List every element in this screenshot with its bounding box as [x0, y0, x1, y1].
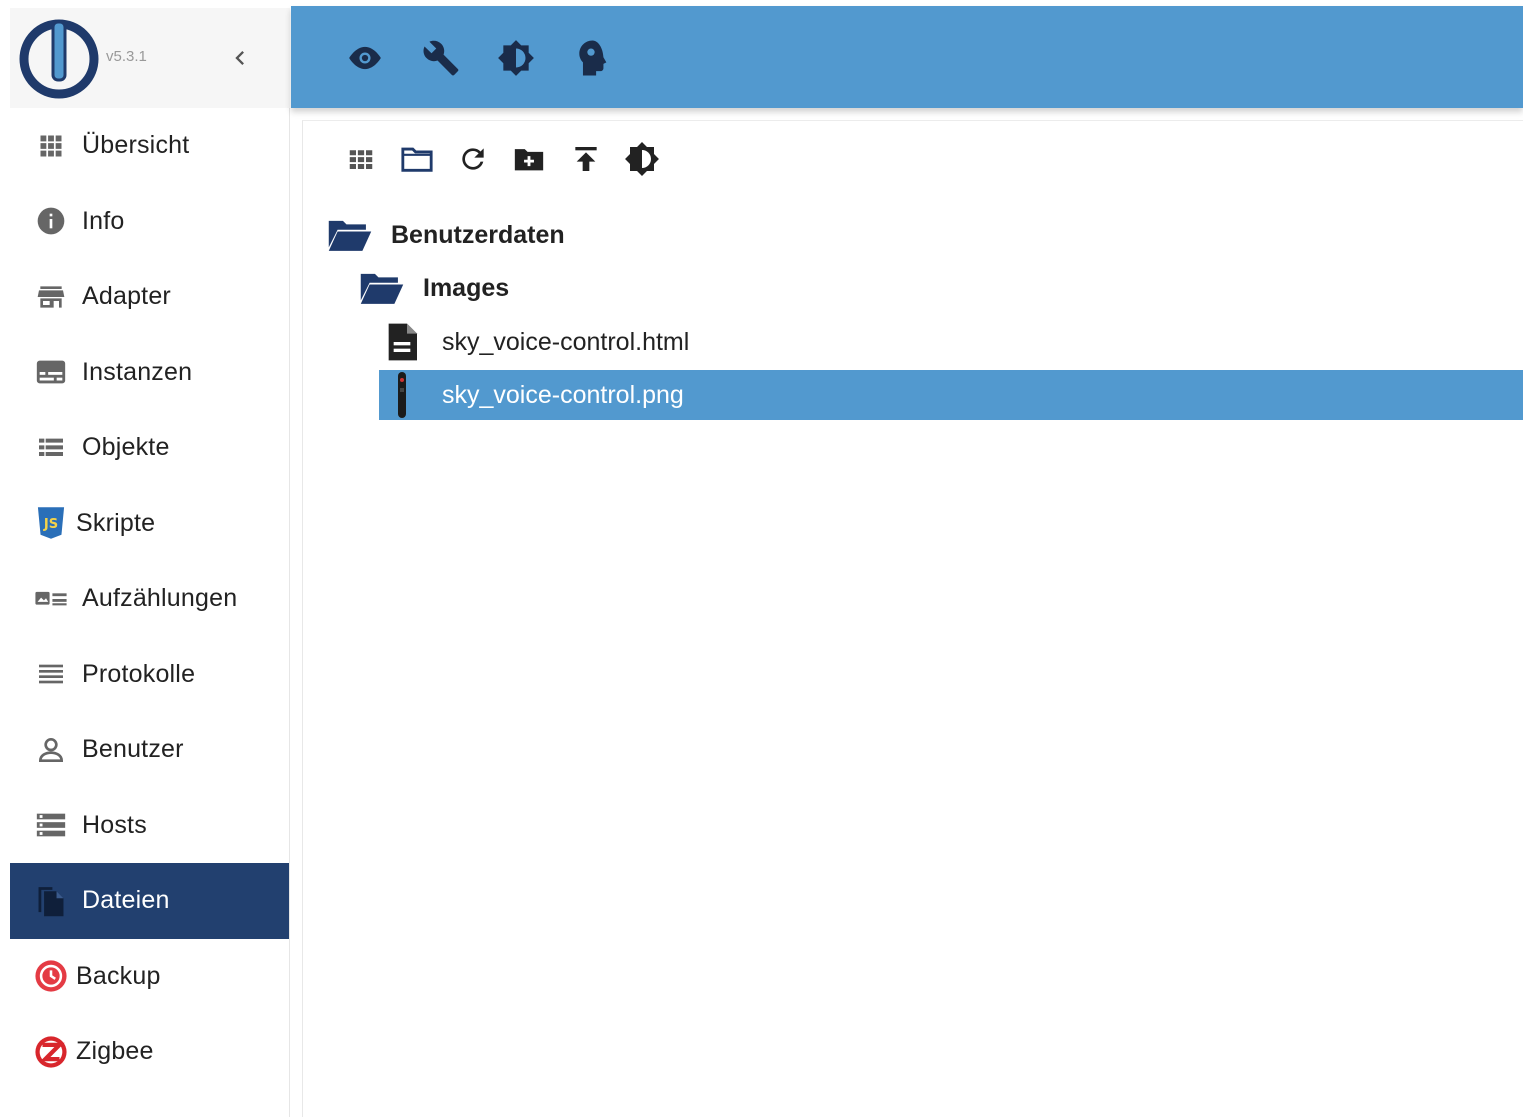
sidebar-item-adapter[interactable]: Adapter: [10, 259, 289, 335]
wrench-icon[interactable]: [421, 38, 461, 78]
tree-label: sky_voice-control.png: [442, 380, 684, 409]
folder-open-icon: [327, 217, 373, 253]
grid-icon: [34, 129, 68, 163]
sidebar-item-label: Backup: [76, 961, 161, 990]
picture-list-icon: [34, 582, 68, 616]
app-frame: v5.3.1 Übersicht Info Adapter Instanzen …: [0, 0, 1523, 1117]
storage-icon: [34, 808, 68, 842]
sidebar-item-instanzen[interactable]: Instanzen: [10, 335, 289, 411]
sidebar-item-hosts[interactable]: Hosts: [10, 788, 289, 864]
tree-label: Images: [423, 273, 510, 302]
info-icon: [34, 204, 68, 238]
sidebar-item-label: Protokolle: [82, 659, 196, 688]
store-icon: [34, 280, 68, 314]
add-folder-icon[interactable]: [511, 141, 547, 177]
subtitles-icon: [34, 355, 68, 389]
sidebar: v5.3.1 Übersicht Info Adapter Instanzen …: [10, 8, 290, 1117]
sidebar-item-protokolle[interactable]: Protokolle: [10, 637, 289, 713]
sidebar-nav: Übersicht Info Adapter Instanzen Objekte…: [10, 108, 289, 1090]
lines-icon: [34, 657, 68, 691]
sidebar-item-label: Zigbee: [76, 1037, 154, 1066]
sidebar-item-label: Übersicht: [82, 131, 190, 160]
expert-head-icon[interactable]: [571, 38, 611, 78]
document-icon: [385, 322, 419, 362]
brightness-icon[interactable]: [496, 38, 536, 78]
tree-file-row[interactable]: sky_voice-control.html: [379, 317, 1523, 367]
person-icon: [34, 733, 68, 767]
top-app-bar: [291, 6, 1523, 108]
sidebar-header: v5.3.1: [10, 8, 290, 108]
sidebar-item-label: Hosts: [82, 810, 147, 839]
svg-text:JS: JS: [43, 517, 58, 532]
sidebar-item-label: Aufzählungen: [82, 584, 238, 613]
sidebar-item-label: Adapter: [82, 282, 171, 311]
upload-icon[interactable]: [568, 141, 604, 177]
sidebar-item-label: Instanzen: [82, 357, 193, 386]
sidebar-item-label: Objekte: [82, 433, 170, 462]
sidebar-item-uebersicht[interactable]: Übersicht: [10, 108, 289, 184]
tree-label: sky_voice-control.html: [442, 327, 690, 356]
sidebar-item-label: Skripte: [76, 508, 156, 537]
iobroker-logo[interactable]: [18, 18, 100, 100]
sidebar-item-benutzer[interactable]: Benutzer: [10, 712, 289, 788]
eye-icon[interactable]: [345, 38, 385, 78]
tree-folder-images[interactable]: Images: [359, 263, 959, 313]
folder-icon[interactable]: [399, 141, 435, 177]
sidebar-item-label: Info: [82, 206, 125, 235]
sidebar-item-skripte[interactable]: JS Skripte: [10, 486, 289, 562]
sidebar-item-info[interactable]: Info: [10, 184, 289, 260]
refresh-icon[interactable]: [455, 141, 491, 177]
image-thumbnail: [395, 372, 409, 418]
zigbee-icon: [34, 1035, 68, 1069]
files-icon: [34, 884, 68, 918]
tree-file-row-selected[interactable]: sky_voice-control.png: [379, 370, 1523, 420]
sidebar-item-label: Dateien: [82, 886, 170, 915]
sidebar-item-dateien[interactable]: Dateien: [10, 863, 289, 939]
javascript-icon: JS: [34, 506, 68, 540]
sidebar-item-label: Benutzer: [82, 735, 184, 764]
sidebar-item-backup[interactable]: Backup: [10, 939, 289, 1015]
folder-open-icon: [359, 270, 405, 306]
collapse-sidebar-chevron-icon[interactable]: [226, 44, 254, 72]
tree-label: Benutzerdaten: [391, 220, 565, 249]
grid-view-icon[interactable]: [343, 141, 379, 177]
tree-folder-benutzerdaten[interactable]: Benutzerdaten: [327, 210, 927, 260]
list-icon: [34, 431, 68, 465]
backup-clock-icon: [34, 959, 68, 993]
brightness-icon[interactable]: [624, 141, 660, 177]
sidebar-item-zigbee[interactable]: Zigbee: [10, 1014, 289, 1090]
file-browser: Benutzerdaten Images sky_voice-control.h…: [302, 120, 1523, 1117]
version-label: v5.3.1: [106, 48, 147, 65]
sidebar-item-objekte[interactable]: Objekte: [10, 410, 289, 486]
sidebar-item-aufzaehlungen[interactable]: Aufzählungen: [10, 561, 289, 637]
